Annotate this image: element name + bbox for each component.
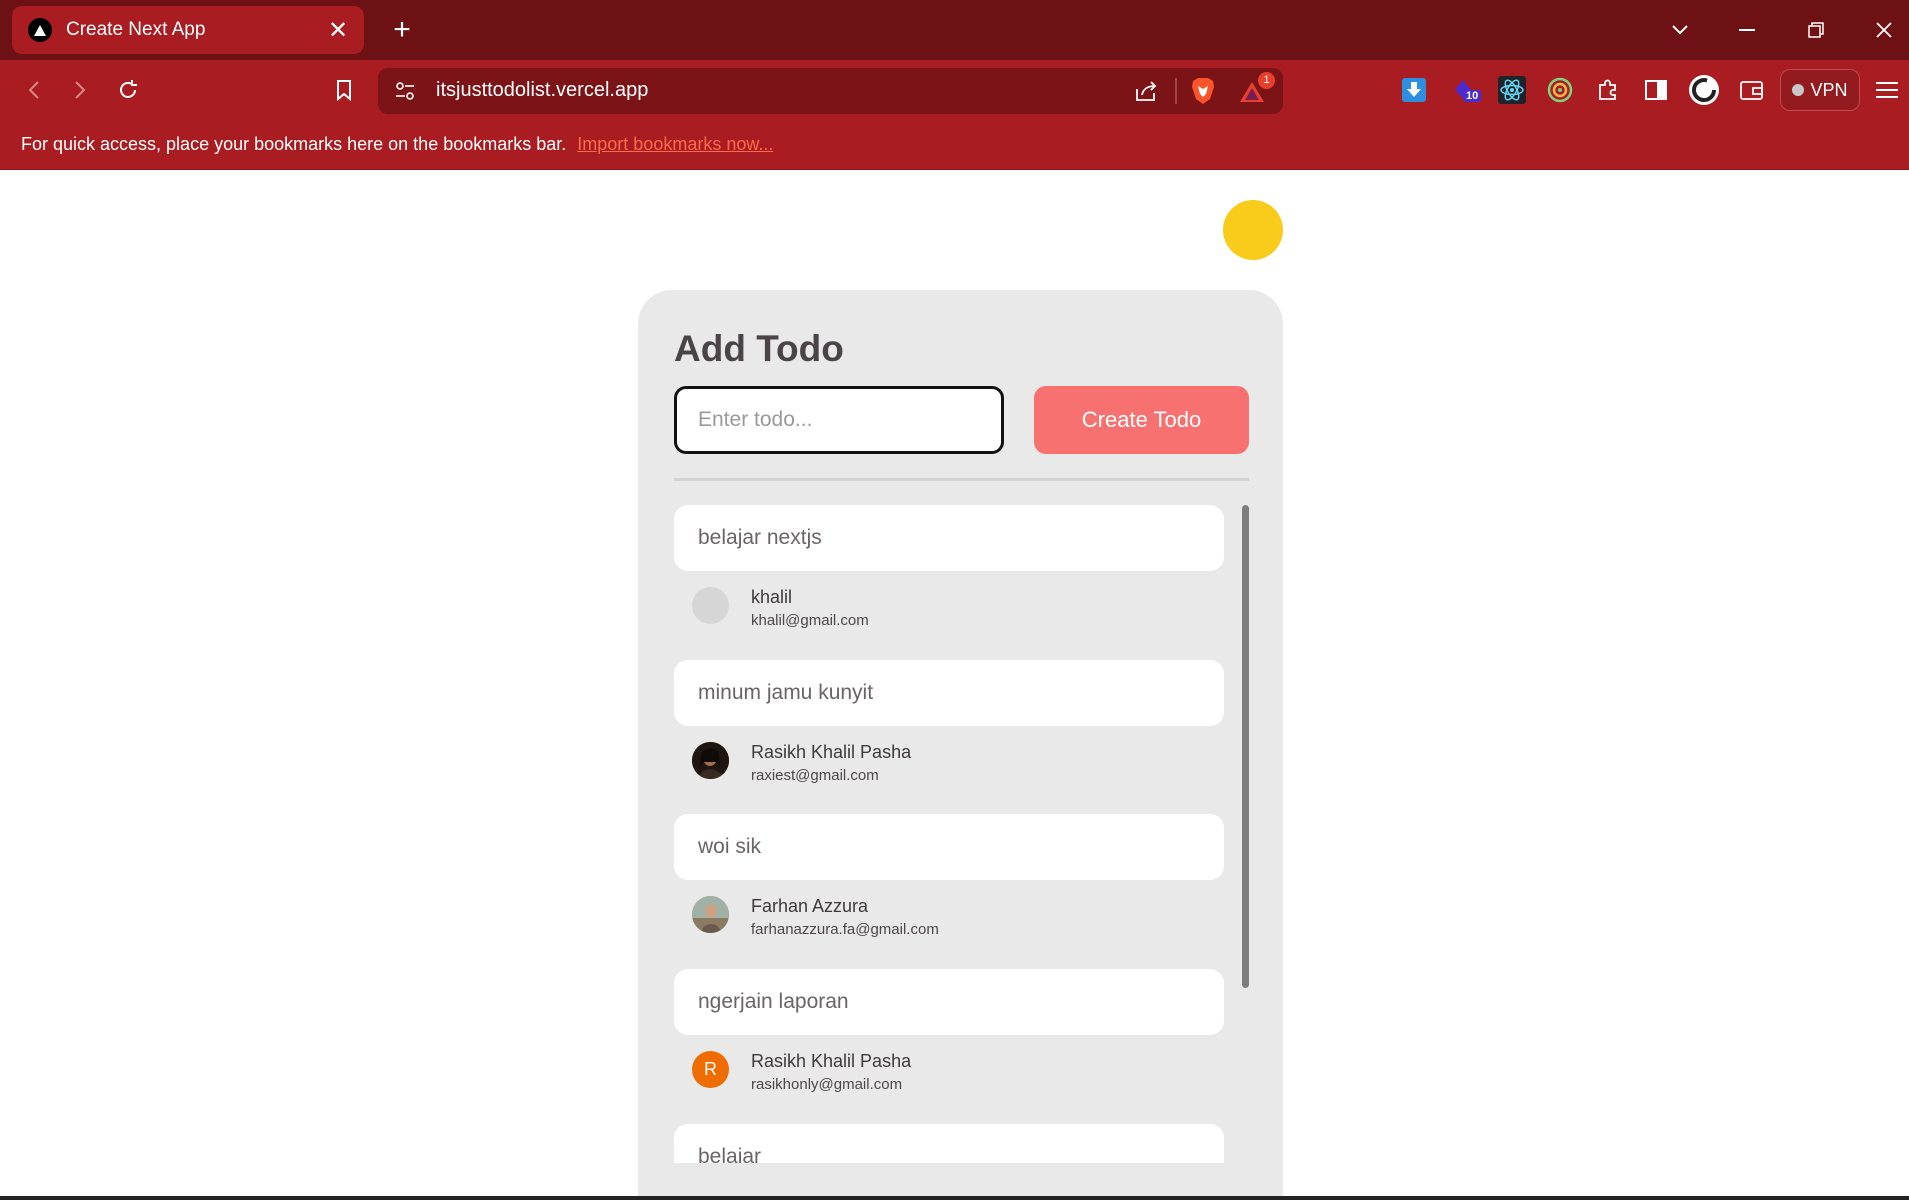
share-icon[interactable] (1134, 79, 1158, 108)
todo-card: Add Todo Create Todo belajar nextjs khal… (638, 290, 1283, 1200)
bookmarks-message: For quick access, place your bookmarks h… (21, 134, 567, 154)
todo-input[interactable] (674, 386, 1004, 454)
user-email: rasikhonly@gmail.com (751, 1076, 903, 1093)
browser-toolbar: itsjusttodolist.vercel.app 1 10 VPN (0, 60, 1909, 120)
user-name: Rasikh Khalil Pasha (751, 1051, 912, 1071)
user-email: khalil@gmail.com (751, 612, 869, 629)
todo-text-box[interactable]: belajar (674, 1124, 1224, 1163)
vpn-status-icon (1792, 84, 1805, 96)
user-email: farhanazzura.fa@gmail.com (751, 921, 939, 938)
page-title: Add Todo (674, 328, 844, 369)
sidebar-toggle-icon[interactable] (1640, 74, 1672, 106)
wappalyzer-extension-icon[interactable]: 10 (1449, 74, 1482, 106)
extension-badge: 10 (1463, 90, 1482, 102)
tab-strip: Create Next App ✕ + (0, 0, 1909, 60)
todo-text-box[interactable]: woi sik (674, 814, 1224, 880)
todo-text: belajar nextjs (698, 526, 822, 549)
brave-shields-icon[interactable] (1190, 77, 1216, 110)
new-tab-button[interactable]: + (384, 12, 420, 48)
todo-text: ngerjain laporan (698, 990, 849, 1013)
todo-text-box[interactable]: ngerjain laporan (674, 969, 1224, 1035)
tab-title: Create Next App (66, 19, 206, 40)
window-bottom-edge (0, 1196, 1909, 1200)
import-bookmarks-link[interactable]: Import bookmarks now... (577, 134, 773, 154)
todo-text-box[interactable]: belajar nextjs (674, 505, 1224, 571)
user-name: Farhan Azzura (751, 896, 869, 916)
wallet-icon[interactable] (1736, 74, 1768, 106)
avatar: R (692, 1051, 729, 1088)
vpn-button[interactable]: VPN (1780, 69, 1860, 111)
forward-icon[interactable] (62, 72, 98, 108)
bookmark-icon[interactable] (326, 72, 362, 108)
menu-icon[interactable] (1871, 74, 1903, 106)
avatar (692, 587, 729, 624)
user-name: Rasikh Khalil Pasha (751, 742, 912, 762)
nextjs-favicon-icon (28, 18, 52, 42)
avatar (692, 896, 729, 933)
list-scrollbar[interactable] (1242, 505, 1249, 988)
user-name: khalil (751, 587, 793, 607)
theme-toggle-button[interactable] (1223, 200, 1283, 260)
download-extension-icon[interactable] (1398, 74, 1430, 106)
minimize-icon[interactable] (1727, 10, 1767, 50)
avatar (692, 742, 729, 779)
todo-text: minum jamu kunyit (698, 681, 874, 704)
create-todo-button[interactable]: Create Todo (1034, 386, 1249, 454)
url-text: itsjusttodolist.vercel.app (436, 79, 649, 101)
vpn-label: VPN (1810, 79, 1848, 100)
url-divider (1175, 78, 1177, 104)
rewards-badge: 1 (1258, 72, 1275, 89)
back-icon[interactable] (16, 72, 52, 108)
restore-icon[interactable] (1796, 10, 1836, 50)
browser-tab-active[interactable]: Create Next App ✕ (12, 6, 364, 54)
todo-text: woi sik (698, 835, 762, 858)
reload-icon[interactable] (110, 72, 146, 108)
divider (674, 478, 1249, 481)
todo-text: belajar (698, 1145, 762, 1163)
user-email: raxiest@gmail.com (751, 767, 879, 784)
bookmarks-bar: For quick access, place your bookmarks h… (0, 120, 1909, 170)
address-bar[interactable]: itsjusttodolist.vercel.app 1 (378, 68, 1283, 114)
react-devtools-icon[interactable] (1496, 74, 1528, 106)
close-window-icon[interactable] (1864, 10, 1904, 50)
todo-list[interactable]: belajar nextjs khalil khalil@gmail.com m… (674, 505, 1224, 1163)
extensions-puzzle-icon[interactable] (1592, 74, 1624, 106)
tab-search-chevron-icon[interactable] (1660, 10, 1700, 50)
site-settings-icon[interactable] (394, 80, 416, 107)
target-extension-icon[interactable] (1544, 74, 1576, 106)
todo-text-box[interactable]: minum jamu kunyit (674, 660, 1224, 726)
close-tab-icon[interactable]: ✕ (326, 16, 350, 45)
profile-avatar-icon[interactable] (1688, 74, 1720, 106)
